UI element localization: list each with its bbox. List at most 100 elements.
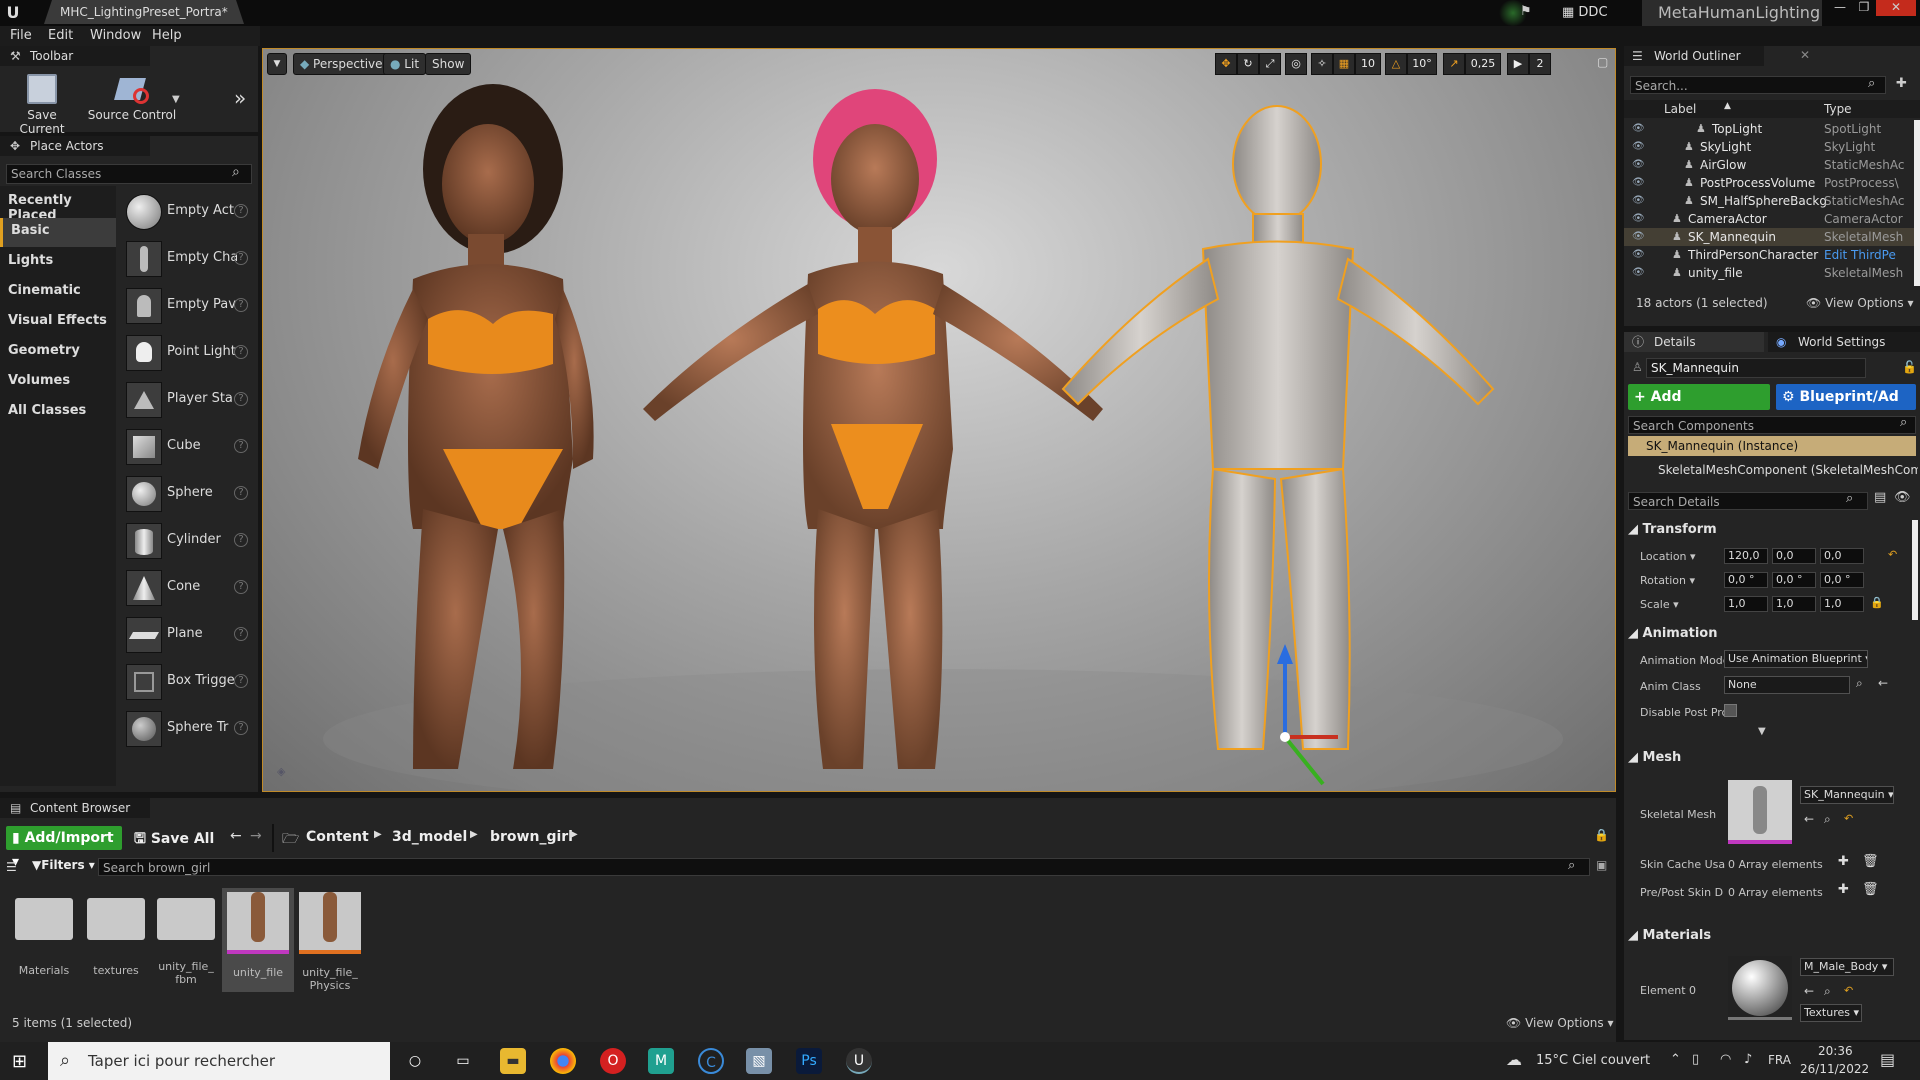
chrome-icon[interactable] — [550, 1048, 576, 1074]
rotation-label[interactable]: Rotation ▾ — [1640, 574, 1695, 587]
language-indicator[interactable]: FRA — [1768, 1053, 1791, 1067]
perspective-button[interactable]: ◆ Perspective — [293, 53, 390, 75]
help-icon[interactable]: ? — [234, 674, 248, 688]
help-icon[interactable]: ? — [234, 392, 248, 406]
outliner-row[interactable]: 👁 ♟ SK_Mannequin SkeletalMesh — [1624, 228, 1920, 246]
actor-plane[interactable]: Plane? — [122, 611, 254, 657]
scale-z[interactable]: 1,0 — [1820, 596, 1864, 612]
outliner-row[interactable]: 👁 ♟ SM_HalfSphereBackg StaticMeshAc — [1624, 192, 1920, 210]
c-app-icon[interactable]: C — [698, 1048, 724, 1074]
help-icon[interactable]: ? — [234, 580, 248, 594]
disable-post-checkbox[interactable] — [1724, 704, 1737, 717]
filters-button[interactable]: ▼Filters ▾ — [32, 858, 95, 872]
search-classes-input[interactable]: Search Classes — [6, 164, 252, 184]
forward-arrow-icon[interactable]: → — [250, 828, 262, 844]
path-content[interactable]: Content — [306, 829, 369, 845]
visibility-eye-icon[interactable]: 👁 — [1632, 141, 1645, 152]
expand-toolbar-icon[interactable]: » — [234, 86, 246, 110]
outliner-row[interactable]: 👁 ♟ CameraActor CameraActor — [1624, 210, 1920, 228]
ddc-indicator[interactable]: ▦ DDC — [1562, 2, 1622, 24]
world-settings-tab[interactable]: ◉ World Settings — [1768, 332, 1920, 352]
grid-snap-icon[interactable]: ▦ — [1333, 53, 1355, 75]
visibility-eye-icon[interactable]: 👁 — [1632, 213, 1645, 224]
category-basic[interactable]: Basic — [0, 218, 116, 247]
grid-size-value[interactable]: 10 — [1355, 53, 1381, 75]
section-mesh[interactable]: ◢ Mesh — [1628, 750, 1681, 768]
textures-dropdown[interactable]: Textures ▾ — [1800, 1004, 1862, 1022]
visibility-eye-icon[interactable]: 👁 — [1632, 195, 1645, 206]
category-visual-effects[interactable]: Visual Effects — [0, 308, 116, 337]
wifi-icon[interactable]: ◠ — [1720, 1052, 1731, 1067]
outliner-row[interactable]: 👁 ♟ TopLight SpotLight — [1624, 120, 1920, 138]
browse-icon[interactable]: ⌕ — [1824, 812, 1831, 827]
cb-view-options-button[interactable]: 👁 View Options ▾ — [1506, 1016, 1614, 1030]
toolbar-tab[interactable]: ⚒ Toolbar — [0, 46, 150, 66]
source-control-dropdown-icon[interactable]: ▼ — [172, 94, 180, 105]
asset-folder-unity-file-fbm[interactable]: unity_file_ fbm — [150, 892, 222, 992]
location-label[interactable]: Location ▾ — [1640, 550, 1696, 563]
rotation-x[interactable]: 0,0 ° — [1724, 572, 1768, 588]
scale-snap-icon[interactable]: ↗ — [1443, 53, 1465, 75]
image-app-icon[interactable]: ▧ — [746, 1048, 772, 1074]
help-icon[interactable]: ? — [234, 251, 248, 265]
material-thumbnail[interactable] — [1728, 956, 1792, 1020]
location-z[interactable]: 0,0 — [1820, 548, 1864, 564]
minimize-button[interactable]: — — [1828, 0, 1852, 16]
actor-cone[interactable]: Cone? — [122, 564, 254, 610]
scale-y[interactable]: 1,0 — [1772, 596, 1816, 612]
reset-arrow-icon[interactable]: ↶ — [1888, 548, 1897, 561]
opera-icon[interactable]: O — [600, 1048, 626, 1074]
clock-time[interactable]: 20:36 — [1818, 1044, 1853, 1058]
animation-mode-dropdown[interactable]: Use Animation Blueprint ▾ — [1724, 650, 1868, 668]
tray-device-icon[interactable]: ▯ — [1692, 1052, 1699, 1067]
angle-snap-value[interactable]: 10° — [1407, 53, 1437, 75]
location-x[interactable]: 120,0 — [1724, 548, 1768, 564]
section-materials[interactable]: ◢ Materials — [1628, 928, 1711, 946]
back-arrow-icon[interactable]: ← — [230, 828, 242, 844]
scale-label[interactable]: Scale ▾ — [1640, 598, 1679, 611]
help-icon[interactable]: ? — [234, 627, 248, 641]
outliner-row[interactable]: 👁 ♟ PostProcessVolume PostProcess\ — [1624, 174, 1920, 192]
visibility-eye-icon[interactable]: 👁 — [1632, 123, 1645, 134]
add-component-button[interactable]: + Add Component ▾ — [1628, 384, 1770, 431]
location-y[interactable]: 0,0 — [1772, 548, 1816, 564]
close-tab-icon[interactable]: ✕ — [1800, 48, 1810, 62]
task-view-icon[interactable]: ▭ — [450, 1048, 476, 1074]
unreal-engine-icon[interactable]: U — [846, 1048, 872, 1074]
reset-arrow-icon[interactable]: ↶ — [1844, 812, 1853, 825]
actor-sphere-trigger[interactable]: Sphere Tr? — [122, 705, 254, 751]
use-selected-icon[interactable]: ← — [1804, 984, 1814, 998]
scale-snap-value[interactable]: 0,25 — [1465, 53, 1501, 75]
menu-window[interactable]: Window — [90, 28, 141, 43]
visibility-eye-icon[interactable]: 👁 — [1632, 159, 1645, 170]
help-icon[interactable]: ? — [234, 721, 248, 735]
use-selected-icon[interactable]: ← — [1878, 676, 1888, 690]
actor-empty-actor[interactable]: Empty Act? — [122, 188, 254, 234]
menu-help[interactable]: Help — [152, 28, 182, 43]
show-button[interactable]: Show — [425, 53, 472, 75]
trash-icon[interactable]: 🗑 — [1862, 882, 1879, 897]
source-control-button[interactable]: Source Control — [86, 74, 178, 122]
asset-unity-file-physics[interactable]: unity_file_ Physics — [294, 888, 366, 992]
actor-cylinder[interactable]: Cylinder? — [122, 517, 254, 563]
skeletal-mesh-thumbnail[interactable] — [1728, 780, 1792, 844]
outliner-row[interactable]: 👁 ♟ ThirdPersonCharacter Edit ThirdPe — [1624, 246, 1920, 264]
world-local-icon[interactable]: ◎ — [1285, 53, 1307, 75]
outliner-row[interactable]: 👁 ♟ unity_file SkeletalMesh — [1624, 264, 1920, 282]
category-lights[interactable]: Lights — [0, 248, 116, 277]
maximize-button[interactable]: ❐ — [1852, 0, 1876, 16]
add-import-button[interactable]: ▮ Add/Import ▾ — [6, 826, 122, 870]
level-viewport[interactable]: ▼ ◆ Perspective ● Lit Show ✥ ↻ ⤢ ◎ ✧ ▦ 1… — [262, 48, 1616, 792]
lock-scale-icon[interactable]: 🔒 — [1870, 596, 1884, 609]
save-all-button[interactable]: 🖫 Save All — [134, 828, 214, 852]
browse-icon[interactable]: ⌕ — [1856, 676, 1863, 691]
cortana-icon[interactable]: ○ — [402, 1048, 428, 1074]
add-element-icon[interactable]: ✚ — [1838, 854, 1849, 869]
menu-edit[interactable]: Edit — [48, 28, 73, 43]
view-options-button[interactable]: 👁 View Options ▾ — [1806, 296, 1914, 310]
component-instance-row[interactable]: SK_Mannequin (Instance) — [1628, 436, 1916, 456]
lit-button[interactable]: ● Lit — [383, 53, 427, 75]
volume-icon[interactable]: ♪ — [1744, 1052, 1752, 1067]
actor-empty-character[interactable]: Empty Cha? — [122, 235, 254, 281]
save-search-icon[interactable]: ▣ — [1596, 858, 1607, 872]
